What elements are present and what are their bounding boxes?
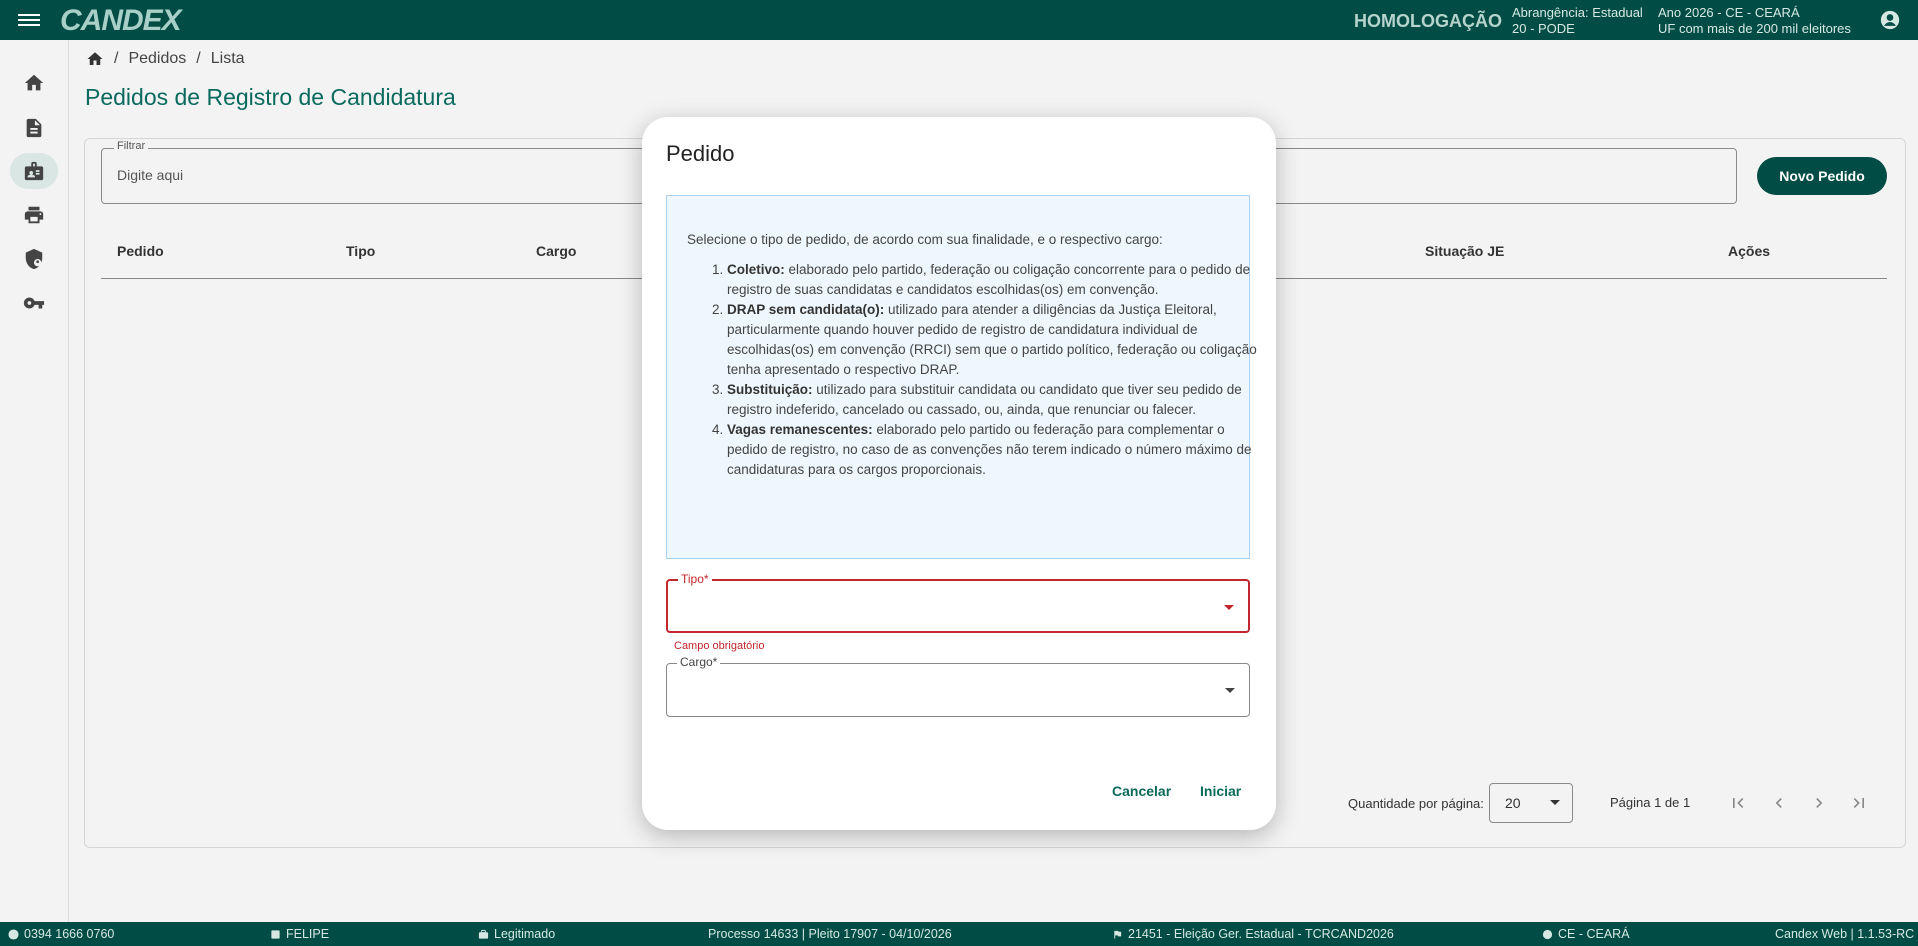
abrangencia-info: Abrangência: Estadual 20 - PODE — [1512, 5, 1643, 37]
item-term: Vagas remanescentes: — [727, 422, 873, 437]
cancel-button[interactable]: Cancelar — [1112, 783, 1171, 799]
list-item: Vagas remanescentes: elaborado pelo part… — [727, 420, 1257, 480]
filter-placeholder: Digite aqui — [117, 167, 184, 183]
version-info: Candex Web | 1.1.53-RC — [1775, 927, 1915, 941]
column-header-tipo[interactable]: Tipo — [346, 243, 375, 259]
status-role: Legitimado — [478, 927, 555, 941]
badge-icon — [271, 929, 280, 939]
status-bar: 0394 1666 0760 FELIPE Legitimado Process… — [0, 922, 1918, 946]
process-info: Processo 14633 | Pleito 17907 - 04/10/20… — [708, 927, 952, 941]
item-term: DRAP sem candidata(o): — [727, 302, 885, 317]
tipo-error: Campo obrigatório — [674, 640, 765, 652]
status-version: Candex Web | 1.1.53-RC — [1775, 927, 1914, 941]
novo-pedido-button[interactable]: Novo Pedido — [1757, 157, 1887, 195]
account-circle-icon[interactable] — [1880, 10, 1900, 30]
briefcase-icon — [478, 929, 489, 939]
flag-icon — [1114, 930, 1122, 939]
status-process: Processo 14633 | Pleito 17907 - 04/10/20… — [708, 927, 952, 941]
tipo-label: Tipo* — [678, 572, 712, 586]
print-icon[interactable] — [10, 197, 58, 233]
chevron-down-icon — [1550, 800, 1560, 805]
info-intro: Selecione o tipo de pedido, de acordo co… — [687, 232, 1163, 247]
ano-line1: Ano 2026 - CE - CEARÁ — [1658, 5, 1800, 20]
breadcrumb-separator: / — [196, 50, 201, 67]
shield-user-icon[interactable] — [10, 241, 58, 277]
column-header-cargo[interactable]: Cargo — [536, 243, 576, 259]
cargo-label: Cargo* — [677, 655, 721, 669]
page-info: Página 1 de 1 — [1610, 795, 1691, 810]
abrangencia-line2: 20 - PODE — [1512, 21, 1575, 36]
per-page-label: Quantidade por página: — [1348, 796, 1484, 811]
ano-line2: UF com mais de 200 mil eleitores — [1658, 21, 1851, 36]
first-page-icon[interactable] — [1728, 793, 1748, 813]
home-icon[interactable] — [10, 65, 58, 101]
user-id: 0394 1666 0760 — [24, 927, 115, 941]
environment-label: HOMOLOGAÇÃO — [1354, 11, 1502, 31]
badge-icon[interactable] — [10, 153, 58, 189]
pedido-dialog: Pedido Selecione o tipo de pedido, de ac… — [642, 117, 1276, 830]
list-item: Substituição: utilizado para substituir … — [727, 380, 1257, 420]
status-state: CE - CEARÁ — [1542, 927, 1630, 941]
breadcrumb: / Pedidos / Lista — [86, 50, 245, 68]
page-title: Pedidos de Registro de Candidatura — [85, 84, 456, 110]
election-info: 21451 - Eleição Ger. Estadual - TCRCAND2… — [1128, 927, 1394, 941]
role: Legitimado — [494, 927, 556, 941]
home-icon[interactable] — [86, 50, 104, 68]
per-page-select[interactable]: 20 — [1489, 783, 1573, 823]
filter-label: Filtrar — [114, 140, 149, 152]
chevron-down-icon — [1224, 605, 1234, 610]
user-name: FELIPE — [286, 927, 330, 941]
key-icon[interactable] — [10, 285, 58, 321]
item-term: Coletivo: — [727, 262, 785, 277]
status-user-name: FELIPE — [270, 927, 329, 941]
prev-page-icon[interactable] — [1769, 793, 1789, 813]
tipo-select[interactable]: Tipo* — [666, 572, 1250, 633]
sidebar — [0, 40, 69, 922]
column-header-situacao[interactable]: Situação JE — [1425, 243, 1504, 259]
abrangencia-line1: Abrangência: Estadual — [1512, 5, 1643, 20]
column-header-acoes: Ações — [1728, 243, 1771, 259]
tipo-list: Coletivo: elaborado pelo partido, federa… — [687, 260, 1257, 480]
state-info: CE - CEARÁ — [1558, 927, 1630, 941]
chevron-down-icon — [1225, 688, 1235, 693]
dialog-title: Pedido — [666, 141, 735, 166]
item-text: elaborado pelo partido, federação ou col… — [727, 262, 1251, 297]
account-icon — [8, 928, 19, 940]
breadcrumb-separator: / — [114, 50, 119, 67]
item-term: Substituição: — [727, 382, 813, 397]
last-page-icon[interactable] — [1849, 793, 1869, 813]
start-button[interactable]: Iniciar — [1200, 783, 1241, 799]
column-header-pedido[interactable]: Pedido — [117, 243, 164, 259]
list-item: Coletivo: elaborado pelo partido, federa… — [727, 260, 1257, 300]
list-item: DRAP sem candidata(o): utilizado para at… — [727, 300, 1257, 380]
breadcrumb-lista: Lista — [210, 50, 245, 67]
menu-icon[interactable] — [18, 11, 40, 29]
next-page-icon[interactable] — [1809, 793, 1829, 813]
top-bar: CANDEX HOMOLOGAÇÃO Abrangência: Estadual… — [0, 0, 1918, 40]
ano-info: Ano 2026 - CE - CEARÁ UF com mais de 200… — [1658, 5, 1851, 37]
app-logo[interactable]: CANDEX — [60, 4, 182, 38]
info-box: Selecione o tipo de pedido, de acordo co… — [666, 195, 1257, 559]
document-icon[interactable] — [10, 110, 58, 146]
globe-icon — [1542, 929, 1553, 939]
per-page-value: 20 — [1505, 795, 1521, 811]
cargo-select[interactable]: Cargo* — [666, 655, 1250, 717]
status-election: 21451 - Eleição Ger. Estadual - TCRCAND2… — [1112, 927, 1394, 941]
breadcrumb-pedidos[interactable]: Pedidos — [128, 50, 186, 68]
status-user-id: 0394 1666 0760 — [8, 927, 114, 941]
